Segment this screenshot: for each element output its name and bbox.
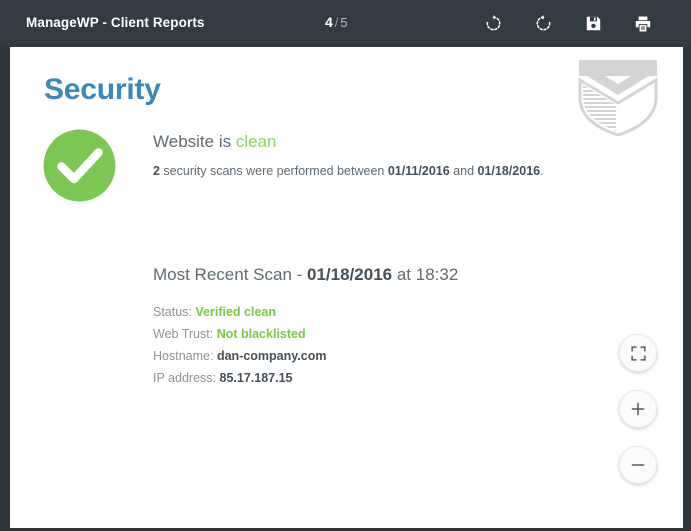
toolbar-actions [481,0,655,47]
most-recent-scan-heading: Most Recent Scan - 01/18/2016 at 18:32 [153,264,613,286]
pdf-viewer: ManageWP - Client Reports 4/5 Security W… [0,0,691,531]
scan-date-from: 01/11/2016 [387,164,450,178]
scan-detail-row-web-trust: Web Trust: Not blacklisted [153,323,613,345]
save-icon [585,15,602,32]
fullscreen-button[interactable] [619,334,657,372]
rotate-counterclockwise-icon [534,14,553,33]
scan-row-label: IP address: [153,371,217,385]
print-icon [634,15,652,33]
scan-count: 2 [153,164,160,178]
scan-detail-row-hostname: Hostname: dan-company.com [153,345,613,367]
document-page: Security Website is clean 2 security sca… [9,47,683,529]
rotate-clockwise-icon [484,14,503,33]
scan-heading-suffix: at 18:32 [392,265,459,284]
scan-heading-prefix: Most Recent Scan - [153,265,308,284]
most-recent-scan-block: Most Recent Scan - 01/18/2016 at 18:32 S… [153,264,613,389]
scan-row-value: Not blacklisted [216,327,306,341]
scan-row-value: dan-company.com [216,349,327,363]
current-page-number: 4 [325,14,333,30]
fullscreen-icon [630,345,646,361]
scan-summary-and: and [449,164,478,178]
status-text-group: Website is clean 2 security scans were p… [153,131,593,180]
rotate-clockwise-button[interactable] [481,12,505,36]
scan-row-value: Verified clean [195,305,277,319]
total-page-count: 5 [340,15,348,30]
scan-date-to: 01/18/2016 [477,164,541,178]
scan-summary-end: . [540,164,544,178]
status-check-icon [43,129,116,202]
scan-detail-row-ip-address: IP address: 85.17.187.15 [153,367,613,389]
plus-icon [630,401,646,417]
status-state-badge: clean [235,132,277,151]
scan-row-value: 85.17.187.15 [219,371,293,385]
scan-row-label: Web Trust: [153,327,214,341]
page-title: Security [44,73,161,106]
zoom-out-button[interactable] [619,446,657,484]
scan-detail-row-status: Status: Verified clean [153,301,613,323]
scan-heading-date: 01/18/2016 [307,265,393,284]
scan-summary-mid: security scans were performed between [159,164,388,178]
zoom-in-button[interactable] [619,390,657,428]
viewer-toolbar: ManageWP - Client Reports 4/5 [0,0,691,47]
rotate-counterclockwise-button[interactable] [531,12,555,36]
scan-row-label: Hostname: [153,349,214,363]
page-indicator: 4/5 [325,14,348,30]
document-title: ManageWP - Client Reports [26,15,205,30]
status-headline: Website is clean [153,131,593,153]
scan-detail-rows: Status: Verified clean Web Trust: Not bl… [153,301,613,389]
minus-icon [630,457,646,473]
scan-summary: 2 security scans were performed between … [153,162,593,180]
print-button[interactable] [631,12,655,36]
viewer-zoom-controls [619,334,657,484]
status-headline-prefix: Website is [153,132,236,151]
shield-logo-icon [576,58,660,137]
page-separator: / [334,15,339,30]
scan-row-label: Status: [153,305,192,319]
save-button[interactable] [581,12,605,36]
